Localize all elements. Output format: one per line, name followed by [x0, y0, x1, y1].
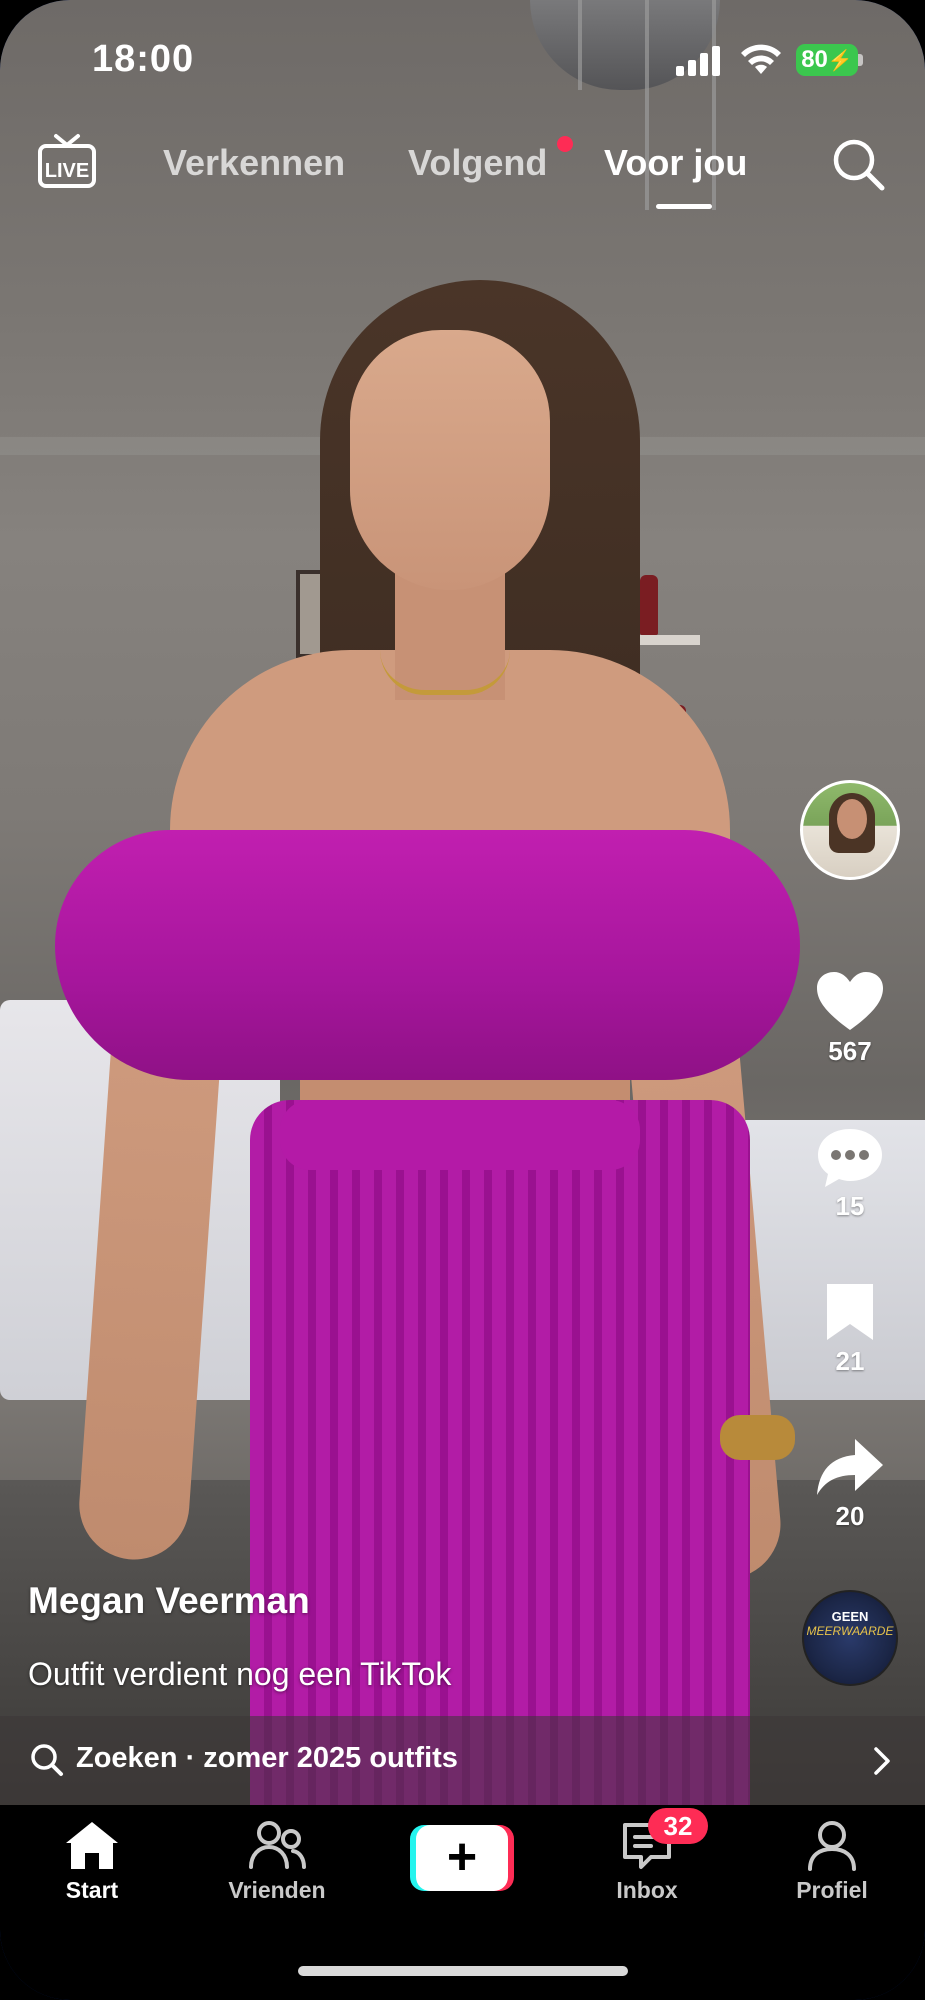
nav-vrienden[interactable]: Vrienden: [207, 1819, 347, 1904]
nav-label: Profiel: [796, 1877, 868, 1903]
active-tab-indicator: [656, 204, 712, 209]
save-count: 21: [835, 1346, 865, 1376]
inbox-badge: 32: [648, 1808, 708, 1844]
status-bar: 18:00 80 ⚡: [0, 0, 925, 110]
wifi-icon: [741, 44, 781, 74]
tab-voor-jou[interactable]: Voor jou: [604, 142, 747, 184]
phone-frame: 18:00 80 ⚡ LIVE Verkennen Volgend Voor jo…: [0, 0, 925, 2000]
bookmark-icon: [827, 1284, 873, 1340]
creator-avatar[interactable]: [800, 780, 900, 880]
notification-dot: [557, 136, 573, 152]
save-button[interactable]: 21: [790, 1280, 910, 1377]
sound-disc[interactable]: GEEN MEERWAARDE: [802, 1590, 898, 1686]
scene-shelf: [630, 635, 700, 645]
person-waistband: [280, 1100, 640, 1170]
comment-button[interactable]: 15: [790, 1125, 910, 1222]
scene-bottle: [640, 575, 658, 635]
nav-label: Inbox: [616, 1877, 678, 1903]
like-button[interactable]: 567: [790, 970, 910, 1067]
person-bracelet: [720, 1415, 795, 1460]
search-suggestion-text: Zoeken · zomer 2025 outfits: [76, 1742, 458, 1774]
share-arrow-icon: [817, 1439, 883, 1495]
person-skirt: [250, 1100, 750, 1820]
chevron-right-icon: [874, 1747, 890, 1775]
avatar-face: [837, 799, 867, 839]
nav-label: Start: [65, 1877, 119, 1903]
post-caption[interactable]: Outfit verdient nog een TikTok: [28, 1656, 451, 1693]
battery-level: 80: [801, 46, 828, 73]
search-icon[interactable]: [830, 136, 886, 192]
author-name[interactable]: Megan Veerman: [28, 1580, 310, 1622]
search-suggestion-bar[interactable]: Zoeken · zomer 2025 outfits: [0, 1716, 925, 1806]
cellular-signal-icon: [676, 44, 722, 76]
heart-icon: [817, 972, 883, 1030]
live-label: LIVE: [45, 160, 89, 182]
share-button[interactable]: 20: [790, 1435, 910, 1532]
share-count: 20: [835, 1501, 865, 1531]
tab-verkennen[interactable]: Verkennen: [163, 142, 345, 184]
tab-volgend[interactable]: Volgend: [408, 142, 547, 184]
top-nav: LIVE Verkennen Volgend Voor jou: [0, 120, 925, 220]
home-icon: [66, 1822, 118, 1869]
like-count: 567: [828, 1036, 872, 1066]
battery-tip: [858, 54, 863, 66]
profile-icon: [808, 1821, 856, 1871]
plus-icon: +: [416, 1825, 508, 1891]
comment-icon: [818, 1129, 882, 1187]
battery-icon: 80 ⚡: [796, 44, 858, 76]
video-player[interactable]: [0, 0, 925, 1820]
status-time: 18:00: [92, 38, 195, 80]
home-indicator[interactable]: [298, 1966, 628, 1976]
sound-disc-subtitle: MEERWAARDE: [806, 1624, 894, 1638]
charging-bolt-icon: ⚡: [827, 49, 853, 72]
comment-count: 15: [835, 1191, 865, 1221]
sound-disc-title: GEEN: [831, 1609, 869, 1624]
person-face: [350, 330, 550, 590]
nav-label: Vrienden: [228, 1877, 326, 1903]
create-button[interactable]: +: [410, 1825, 514, 1891]
friends-icon: [249, 1821, 306, 1869]
live-tv-icon[interactable]: LIVE: [36, 132, 98, 192]
nav-start[interactable]: Start: [22, 1819, 162, 1904]
nav-profiel[interactable]: Profiel: [762, 1819, 902, 1904]
search-icon: [31, 1744, 63, 1776]
person-top: [55, 830, 800, 1080]
